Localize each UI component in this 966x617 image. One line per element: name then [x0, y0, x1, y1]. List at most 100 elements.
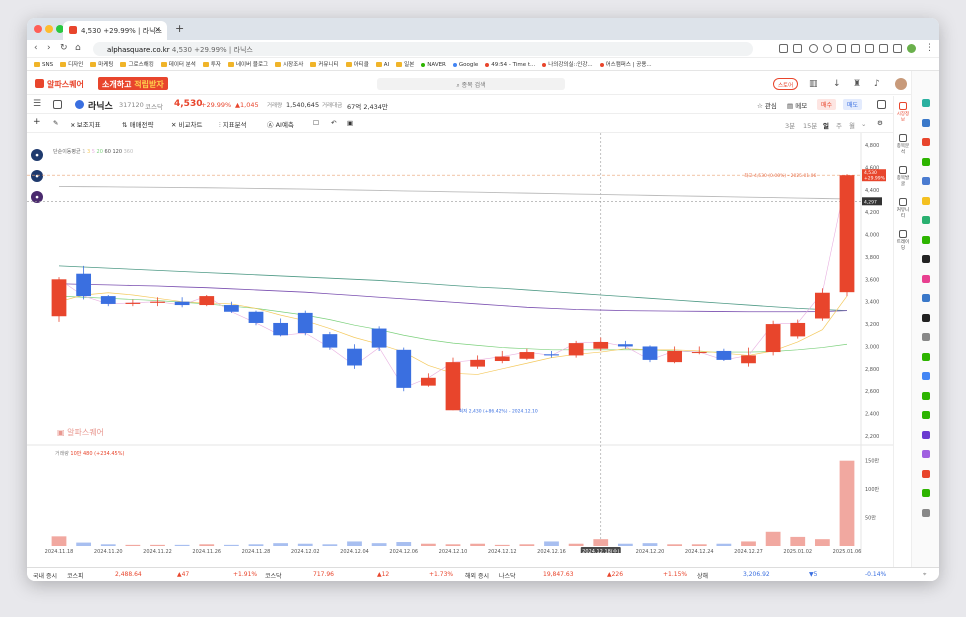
pin-icon[interactable]: ⌖ [923, 571, 926, 579]
volume-bar [544, 541, 559, 546]
volume-bar [51, 536, 67, 546]
nasdaq-value: 19,847.63 [543, 571, 574, 578]
sidebar-label: 커뮤니티 [896, 208, 910, 219]
extension-app-icon[interactable] [922, 411, 930, 419]
candle-body [839, 175, 855, 293]
extension-strip [911, 71, 939, 569]
y-tick-label: 3,400 [865, 300, 879, 306]
volume-bar [593, 539, 609, 546]
extension-app-icon[interactable] [922, 294, 930, 302]
x-tick-label: 2024.12.02 [291, 549, 320, 553]
extension-app-icon[interactable] [922, 274, 930, 283]
volume-bar [494, 544, 510, 546]
kosdaq-label: 코스닥 [265, 573, 282, 580]
avatar[interactable] [895, 78, 907, 90]
volume-bar [223, 544, 239, 546]
candle-body [347, 348, 362, 366]
volume-bar [371, 543, 387, 546]
profile-icon[interactable] [907, 44, 916, 53]
x-tick-label: 2024.12.20 [636, 549, 665, 553]
volume-tick-label: 150만 [865, 458, 880, 465]
extension-app-icon[interactable] [922, 235, 930, 244]
extension-app-icon[interactable] [922, 196, 930, 205]
candlestick-chart[interactable]: 4,8004,6004,4004,2004,0003,8003,6003,400… [27, 18, 893, 553]
browser-menu-icon[interactable]: ⋮ [925, 43, 934, 53]
extension-app-icon[interactable] [922, 450, 930, 458]
nasdaq-pct: +1.15% [663, 571, 688, 578]
extension-app-icon[interactable] [922, 430, 930, 439]
y-tick-label: 4,200 [865, 210, 879, 216]
sidebar-label: 시장정보 [896, 112, 910, 123]
volume-bar [667, 544, 683, 546]
extension-app-icon[interactable] [922, 489, 930, 497]
extension-app-icon[interactable] [922, 333, 930, 341]
x-tick-label: 2024.12.12 [488, 549, 517, 553]
nasdaq-label: 나스닥 [499, 573, 516, 580]
extension-app-icon[interactable] [922, 313, 930, 322]
volume-bar [322, 544, 338, 546]
ma360-line [58, 185, 848, 200]
extension-app-icon[interactable] [922, 138, 930, 146]
kospi-label: 코스피 [67, 573, 84, 580]
low-note: 최저 2,430 (+86.42%) - 2024.12.10 [459, 407, 538, 414]
candle-body [617, 344, 633, 347]
extension-app-icon[interactable] [922, 469, 930, 478]
extension-app-icon[interactable] [922, 352, 930, 361]
volume-bar [420, 543, 436, 546]
sidebar-item[interactable]: 커뮤니티 [896, 198, 910, 219]
y-tick-label: 4,800 [865, 143, 879, 149]
sidepanel-icon[interactable] [893, 44, 902, 53]
candle-body [445, 362, 461, 411]
extension-app-icon[interactable] [922, 508, 930, 517]
extension-app-icon[interactable] [922, 118, 930, 127]
volume-bar [347, 541, 362, 546]
current-price-tag-value: 4,530 [864, 170, 877, 176]
volume-bar [297, 543, 313, 546]
sidebar-item[interactable]: 시장정보 [896, 102, 910, 123]
y-tick-label: 2,600 [865, 389, 879, 395]
extension-app-icon[interactable] [922, 372, 930, 380]
candle-body [667, 350, 683, 363]
kospi-pct: +1.91% [233, 571, 258, 578]
sidebar-item[interactable]: 트레이딩 [896, 230, 910, 251]
volume-bar [396, 542, 412, 546]
x-tick-label: 2024.12.24 [685, 549, 714, 553]
extension-app-icon[interactable] [922, 216, 930, 224]
extension-app-icon[interactable] [922, 99, 930, 107]
volume-bar [445, 544, 461, 546]
candle-body [396, 349, 412, 388]
y-tick-label: 2,800 [865, 367, 879, 373]
y-tick-label: 2,400 [865, 412, 879, 418]
candle-body [593, 341, 609, 349]
y-tick-label: 4,400 [865, 188, 879, 194]
sidebar-item[interactable]: 종목분석 [896, 134, 910, 155]
y-tick-label: 3,800 [865, 255, 879, 261]
candle-body [297, 312, 313, 334]
volume-bar [814, 539, 830, 546]
kospi-change: ▲47 [177, 571, 190, 578]
volume-bar [100, 544, 116, 546]
candle-body [174, 301, 190, 306]
volume-bar [76, 542, 92, 546]
candle-body [199, 296, 215, 306]
candle-body [716, 350, 732, 360]
volume-bar [617, 543, 633, 546]
shanghai-change: ▼5 [809, 571, 818, 578]
x-tick-label: 2024.11.18 [45, 549, 74, 553]
candle-body [642, 346, 658, 360]
ma60-line [58, 283, 848, 313]
extension-app-icon[interactable] [922, 157, 930, 166]
extension-app-icon[interactable] [922, 255, 930, 263]
extension-app-icon[interactable] [922, 391, 930, 400]
candle-body [519, 352, 535, 359]
sidebar-label: 종목분석 [896, 144, 910, 155]
candle-body [470, 359, 486, 367]
extension-app-icon[interactable] [922, 177, 930, 185]
candle-body [371, 328, 387, 348]
volume-bar [691, 544, 707, 546]
volume-bar [470, 543, 486, 546]
candle-body [544, 354, 559, 356]
sidebar-item[interactable]: 종목발굴 [896, 166, 910, 187]
browser-window: 4,530 +29.99% | 라닉스 × + ‹ › ↻ ⌂ alphasqu… [27, 18, 939, 581]
kosdaq-change: ▲12 [377, 571, 390, 578]
